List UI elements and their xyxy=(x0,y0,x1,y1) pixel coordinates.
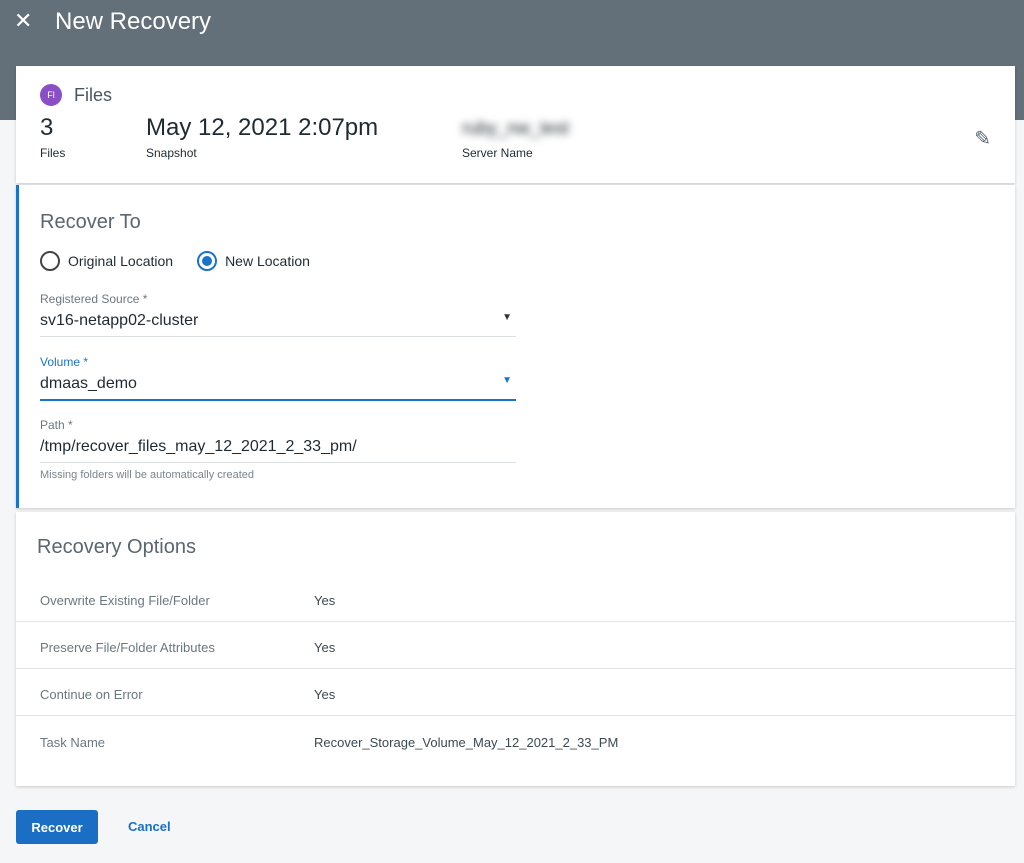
option-row: Overwrite Existing File/Folder Yes xyxy=(16,575,1015,622)
dropdown-arrow-icon[interactable]: ▼ xyxy=(502,312,512,330)
cancel-button[interactable]: Cancel xyxy=(128,819,171,834)
server-label: Server Name xyxy=(462,146,533,160)
close-icon[interactable]: ✕ xyxy=(14,8,32,34)
pencil-icon[interactable]: ✎ xyxy=(974,126,991,151)
object-type: Files xyxy=(74,85,113,105)
volume-select[interactable]: Volume * dmaas_demo ▼ xyxy=(40,355,516,401)
path-input[interactable]: Path * /tmp/recover_files_may_12_2021_2_… xyxy=(40,418,516,481)
radio-label: New Location xyxy=(225,253,310,269)
option-key: Continue on Error xyxy=(40,687,143,702)
recovery-options-title: Recovery Options xyxy=(37,536,196,558)
recover-to-title: Recover To xyxy=(40,211,141,233)
option-key: Preserve File/Folder Attributes xyxy=(40,640,215,655)
page-title: New Recovery xyxy=(55,8,212,35)
radio-checked-icon[interactable] xyxy=(197,251,218,271)
field-label: Path * xyxy=(40,418,73,432)
option-row: Preserve File/Folder Attributes Yes xyxy=(16,622,1015,669)
summary-card: Fl Files 3 Files May 12, 2021 2:07pm Sna… xyxy=(16,66,1015,183)
radio-label: Original Location xyxy=(68,253,174,269)
option-value: Yes xyxy=(314,640,336,655)
snapshot-stat: May 12, 2021 2:07pm Snapshot xyxy=(146,114,378,160)
recover-to-card: Recover To Original Location New Locatio… xyxy=(16,185,1015,508)
recover-button[interactable]: Recover xyxy=(16,810,98,844)
server-stat: ruby_nw_test Server Name xyxy=(462,114,569,160)
option-row: Task Name Recover_Storage_Volume_May_12_2… xyxy=(16,717,1015,764)
option-key: Task Name xyxy=(40,735,106,750)
snapshot-label: Snapshot xyxy=(146,146,197,160)
field-label: Volume * xyxy=(40,355,89,369)
path-hint: Missing folders will be automatically cr… xyxy=(40,469,254,481)
recovery-options-card: Recovery Options Overwrite Existing File… xyxy=(16,512,1015,786)
server-name: ruby_nw_test xyxy=(462,118,570,138)
registered-source-select[interactable]: Registered Source * sv16-netapp02-cluste… xyxy=(40,292,516,337)
option-value: Yes xyxy=(314,593,336,608)
option-row: Continue on Error Yes xyxy=(16,669,1015,716)
files-stat: 3 Files xyxy=(40,114,65,160)
field-value[interactable]: /tmp/recover_files_may_12_2021_2_33_pm/ xyxy=(40,438,357,456)
option-key: Overwrite Existing File/Folder xyxy=(40,593,210,608)
option-value: Recover_Storage_Volume_May_12_2021_2_33_… xyxy=(314,735,619,750)
radio-original-location[interactable]: Original Location xyxy=(40,251,173,271)
snapshot-value: May 12, 2021 2:07pm xyxy=(146,114,379,141)
files-count: 3 xyxy=(40,114,54,141)
files-label: Files xyxy=(40,146,66,160)
radio-unchecked-icon[interactable] xyxy=(40,251,60,271)
location-radio-group: Original Location New Location xyxy=(40,251,310,271)
option-value: Yes xyxy=(314,687,336,702)
radio-new-location[interactable]: New Location xyxy=(197,251,310,271)
field-label: Registered Source * xyxy=(40,292,148,306)
files-badge-icon: Fl xyxy=(40,84,62,106)
field-value: dmaas_demo xyxy=(40,375,137,392)
field-value: sv16-netapp02-cluster xyxy=(40,312,199,329)
dropdown-arrow-icon[interactable]: ▼ xyxy=(502,375,512,393)
